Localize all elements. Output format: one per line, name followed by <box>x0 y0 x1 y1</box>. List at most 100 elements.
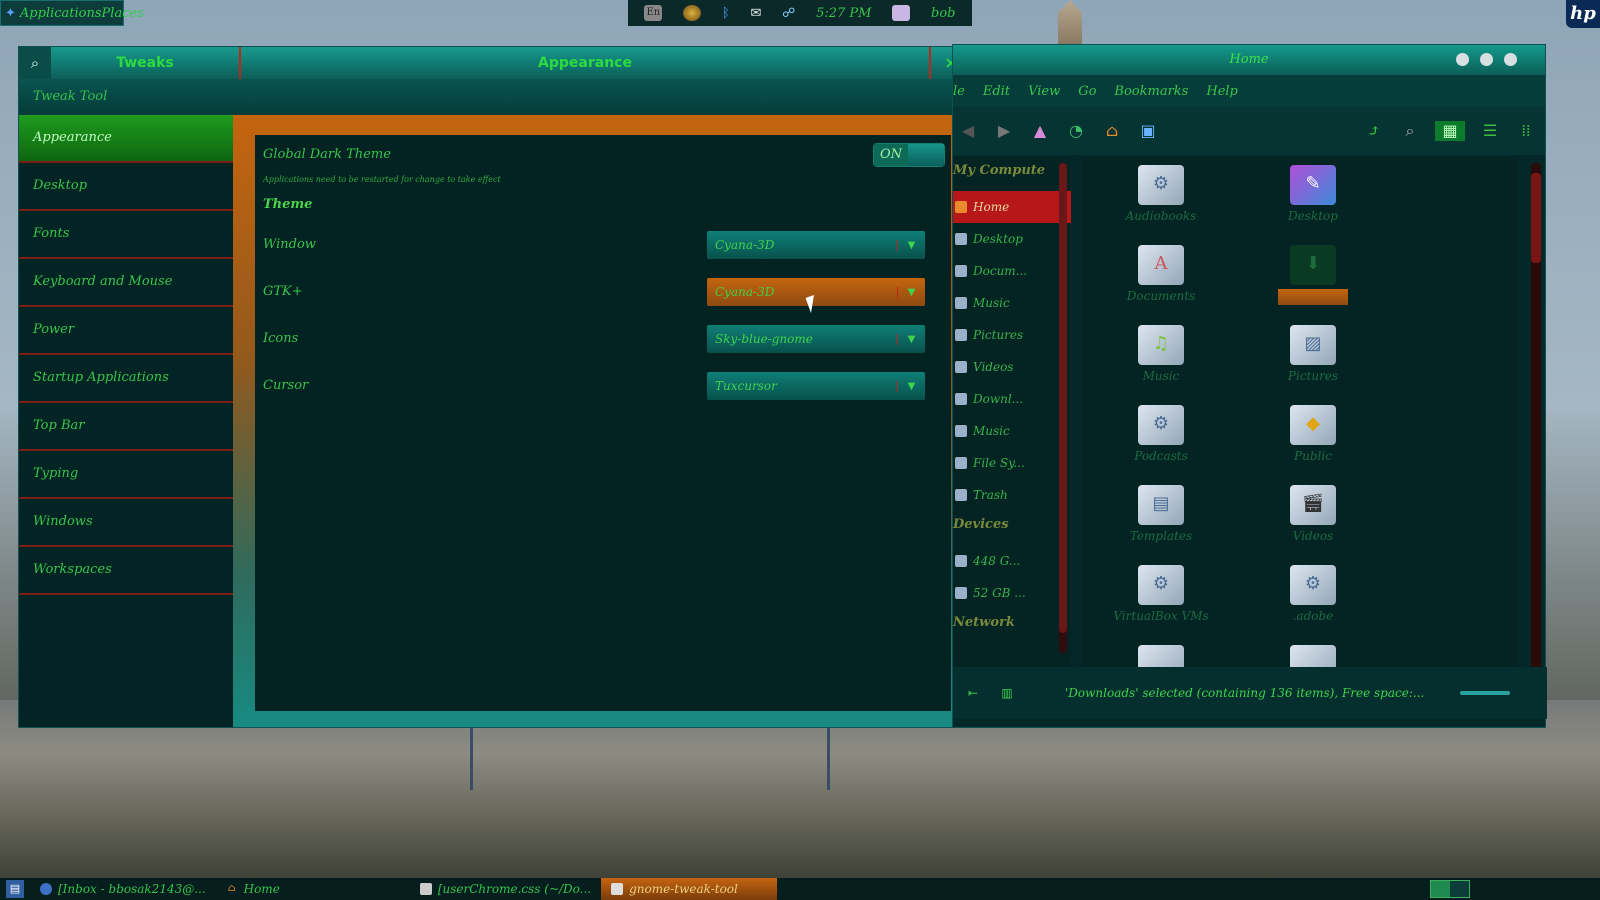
place-music[interactable]: Music <box>953 287 1071 319</box>
file-item-adobe[interactable]: ⚙ .adobe <box>1253 565 1373 623</box>
menu-file[interactable]: le <box>953 84 965 99</box>
folder-icon <box>955 425 967 437</box>
file-item-videos[interactable]: 🎬︎ Videos <box>1253 485 1373 543</box>
file-item-pictures[interactable]: ▨ Pictures <box>1253 325 1373 383</box>
up-arrow-icon[interactable]: ▲ <box>1029 121 1051 141</box>
file-item-templates[interactable]: ▤ Templates <box>1101 485 1221 543</box>
folder-icon: ⚙ <box>1138 165 1184 205</box>
main-scrollbar[interactable] <box>1531 163 1541 717</box>
clock[interactable]: 5:27 PM <box>816 6 871 21</box>
show-desktop-icon[interactable]: ▤ <box>6 880 24 898</box>
applications-menu[interactable]: ✦ ApplicationsPlaces <box>0 0 144 26</box>
place-desktop[interactable]: Desktop <box>953 223 1071 255</box>
icons-theme-dropdown[interactable]: Sky-blue-gnome ▼ <box>707 325 925 353</box>
file-item-public[interactable]: ◆ Public <box>1253 405 1373 463</box>
place-documents[interactable]: Docum... <box>953 255 1071 287</box>
user-menu[interactable]: bob <box>931 6 955 21</box>
sidebar-item-startup-applications[interactable]: Startup Applications <box>19 355 233 403</box>
sidebar-item-keyboard-mouse[interactable]: Keyboard and Mouse <box>19 259 233 307</box>
place-filesystem[interactable]: File Sy... <box>953 447 1071 479</box>
task-gnome-tweak-tool[interactable]: gnome-tweak-tool <box>601 878 778 900</box>
menu-edit[interactable]: Edit <box>983 84 1010 99</box>
folder-icon <box>955 329 967 341</box>
keyboard-layout-indicator[interactable]: En <box>644 5 663 21</box>
menu-go[interactable]: Go <box>1078 84 1096 99</box>
sidebar-item-windows[interactable]: Windows <box>19 499 233 547</box>
computer-icon[interactable]: ▣ <box>1137 121 1159 141</box>
minimize-button[interactable] <box>1456 53 1469 66</box>
home-icon[interactable]: ⌂ <box>1101 121 1123 141</box>
toggle-sidebar-button[interactable]: ⇤ <box>959 686 987 700</box>
zoom-slider[interactable] <box>1460 691 1511 695</box>
search-button[interactable]: ⌕ <box>19 47 51 79</box>
workspace-1[interactable] <box>1431 881 1450 897</box>
sidebar-item-typing[interactable]: Typing <box>19 451 233 499</box>
sidebar-item-top-bar[interactable]: Top Bar <box>19 403 233 451</box>
mail-icon[interactable]: ✉ <box>750 6 761 21</box>
menu-help[interactable]: Help <box>1206 84 1238 99</box>
file-item-virtualbox[interactable]: ⚙ VirtualBox VMs <box>1101 565 1221 623</box>
menu-view[interactable]: View <box>1028 84 1060 99</box>
sidebar-item-workspaces[interactable]: Workspaces <box>19 547 233 595</box>
file-item-podcasts[interactable]: ⚙ Podcasts <box>1101 405 1221 463</box>
path-toggle-icon[interactable]: ⤴ <box>1363 121 1385 141</box>
bluetooth-icon[interactable]: ᛒ <box>722 6 730 21</box>
place-home[interactable]: Home <box>953 191 1071 223</box>
file-name <box>1278 289 1348 305</box>
window-theme-dropdown[interactable]: Cyana-3D ▼ <box>707 231 925 259</box>
icon-view-button[interactable]: ▦ <box>1435 121 1465 141</box>
maximize-button[interactable] <box>1480 53 1493 66</box>
file-name: Music <box>1142 369 1180 383</box>
place-videos[interactable]: Videos <box>953 351 1071 383</box>
compact-view-button[interactable]: ⁞⁞ <box>1515 121 1537 141</box>
drive-icon <box>955 457 967 469</box>
menu-bookmarks[interactable]: Bookmarks <box>1114 84 1188 99</box>
task-text-editor[interactable]: [userChrome.css (~/Do... <box>410 878 601 900</box>
close-button[interactable] <box>1504 53 1517 66</box>
taskbar: ▤ [Inbox - bbosak2143@... ⌂ Home [userChr… <box>0 878 1600 900</box>
place-trash[interactable]: Trash <box>953 479 1071 511</box>
sidebar-item-desktop[interactable]: Desktop <box>19 163 233 211</box>
sound-icon[interactable] <box>683 5 702 21</box>
switch-state-label: ON <box>874 144 908 166</box>
back-arrow-icon[interactable]: ◀ <box>957 121 979 141</box>
cursor-theme-dropdown[interactable]: Tuxcursor ▼ <box>707 372 925 400</box>
window-title: Home <box>1229 52 1269 67</box>
tweak-tool-window: ⌕ Tweaks Appearance × Tweak Tool Appeara… <box>18 46 971 728</box>
sidebar-scrollbar[interactable] <box>1059 163 1067 653</box>
dropdown-value: Sky-blue-gnome <box>715 332 813 346</box>
workspace-switcher[interactable] <box>1430 880 1470 898</box>
sidebar-item-power[interactable]: Power <box>19 307 233 355</box>
music-folder-icon: ♫ <box>1138 325 1184 365</box>
task-home-folder[interactable]: ⌂ Home <box>216 878 290 900</box>
device-52gb[interactable]: 52 GB ... <box>953 577 1071 609</box>
network-icon[interactable]: ☍ <box>782 6 795 21</box>
place-pictures[interactable]: Pictures <box>953 319 1071 351</box>
file-item-desktop[interactable]: ✎ Desktop <box>1253 165 1373 223</box>
file-name: VirtualBox VMs <box>1113 609 1209 623</box>
folder-icon: ⚙ <box>1290 565 1336 605</box>
forward-arrow-icon[interactable]: ▶ <box>993 121 1015 141</box>
task-thunderbird[interactable]: [Inbox - bbosak2143@... <box>30 878 216 900</box>
sidebar-item-fonts[interactable]: Fonts <box>19 211 233 259</box>
workspace-2[interactable] <box>1450 881 1469 897</box>
list-view-button[interactable]: ☰ <box>1479 121 1501 141</box>
place-music-2[interactable]: Music <box>953 415 1071 447</box>
folder-icon <box>955 393 967 405</box>
scrollbar-thumb[interactable] <box>1059 163 1067 633</box>
file-item-documents[interactable]: A Documents <box>1101 245 1221 303</box>
file-item-audiobooks[interactable]: ⚙ Audiobooks <box>1101 165 1221 223</box>
scrollbar-thumb[interactable] <box>1531 173 1541 263</box>
sidebar-item-appearance[interactable]: Appearance <box>19 115 233 163</box>
reload-icon[interactable]: ◔ <box>1065 121 1087 141</box>
global-dark-theme-switch[interactable]: ON <box>873 143 945 167</box>
place-downloads[interactable]: Downl... <box>953 383 1071 415</box>
file-item-music[interactable]: ♫ Music <box>1101 325 1221 383</box>
dropdown-value: Cyana-3D <box>715 285 775 299</box>
file-name: Public <box>1294 449 1332 463</box>
device-448gb[interactable]: 448 G... <box>953 545 1071 577</box>
place-label: Music <box>973 296 1010 310</box>
file-item-downloads-selected[interactable]: ⬇ <box>1253 245 1373 305</box>
search-icon[interactable]: ⌕ <box>1399 121 1421 141</box>
toggle-pane-button[interactable]: ▥ <box>993 686 1021 700</box>
